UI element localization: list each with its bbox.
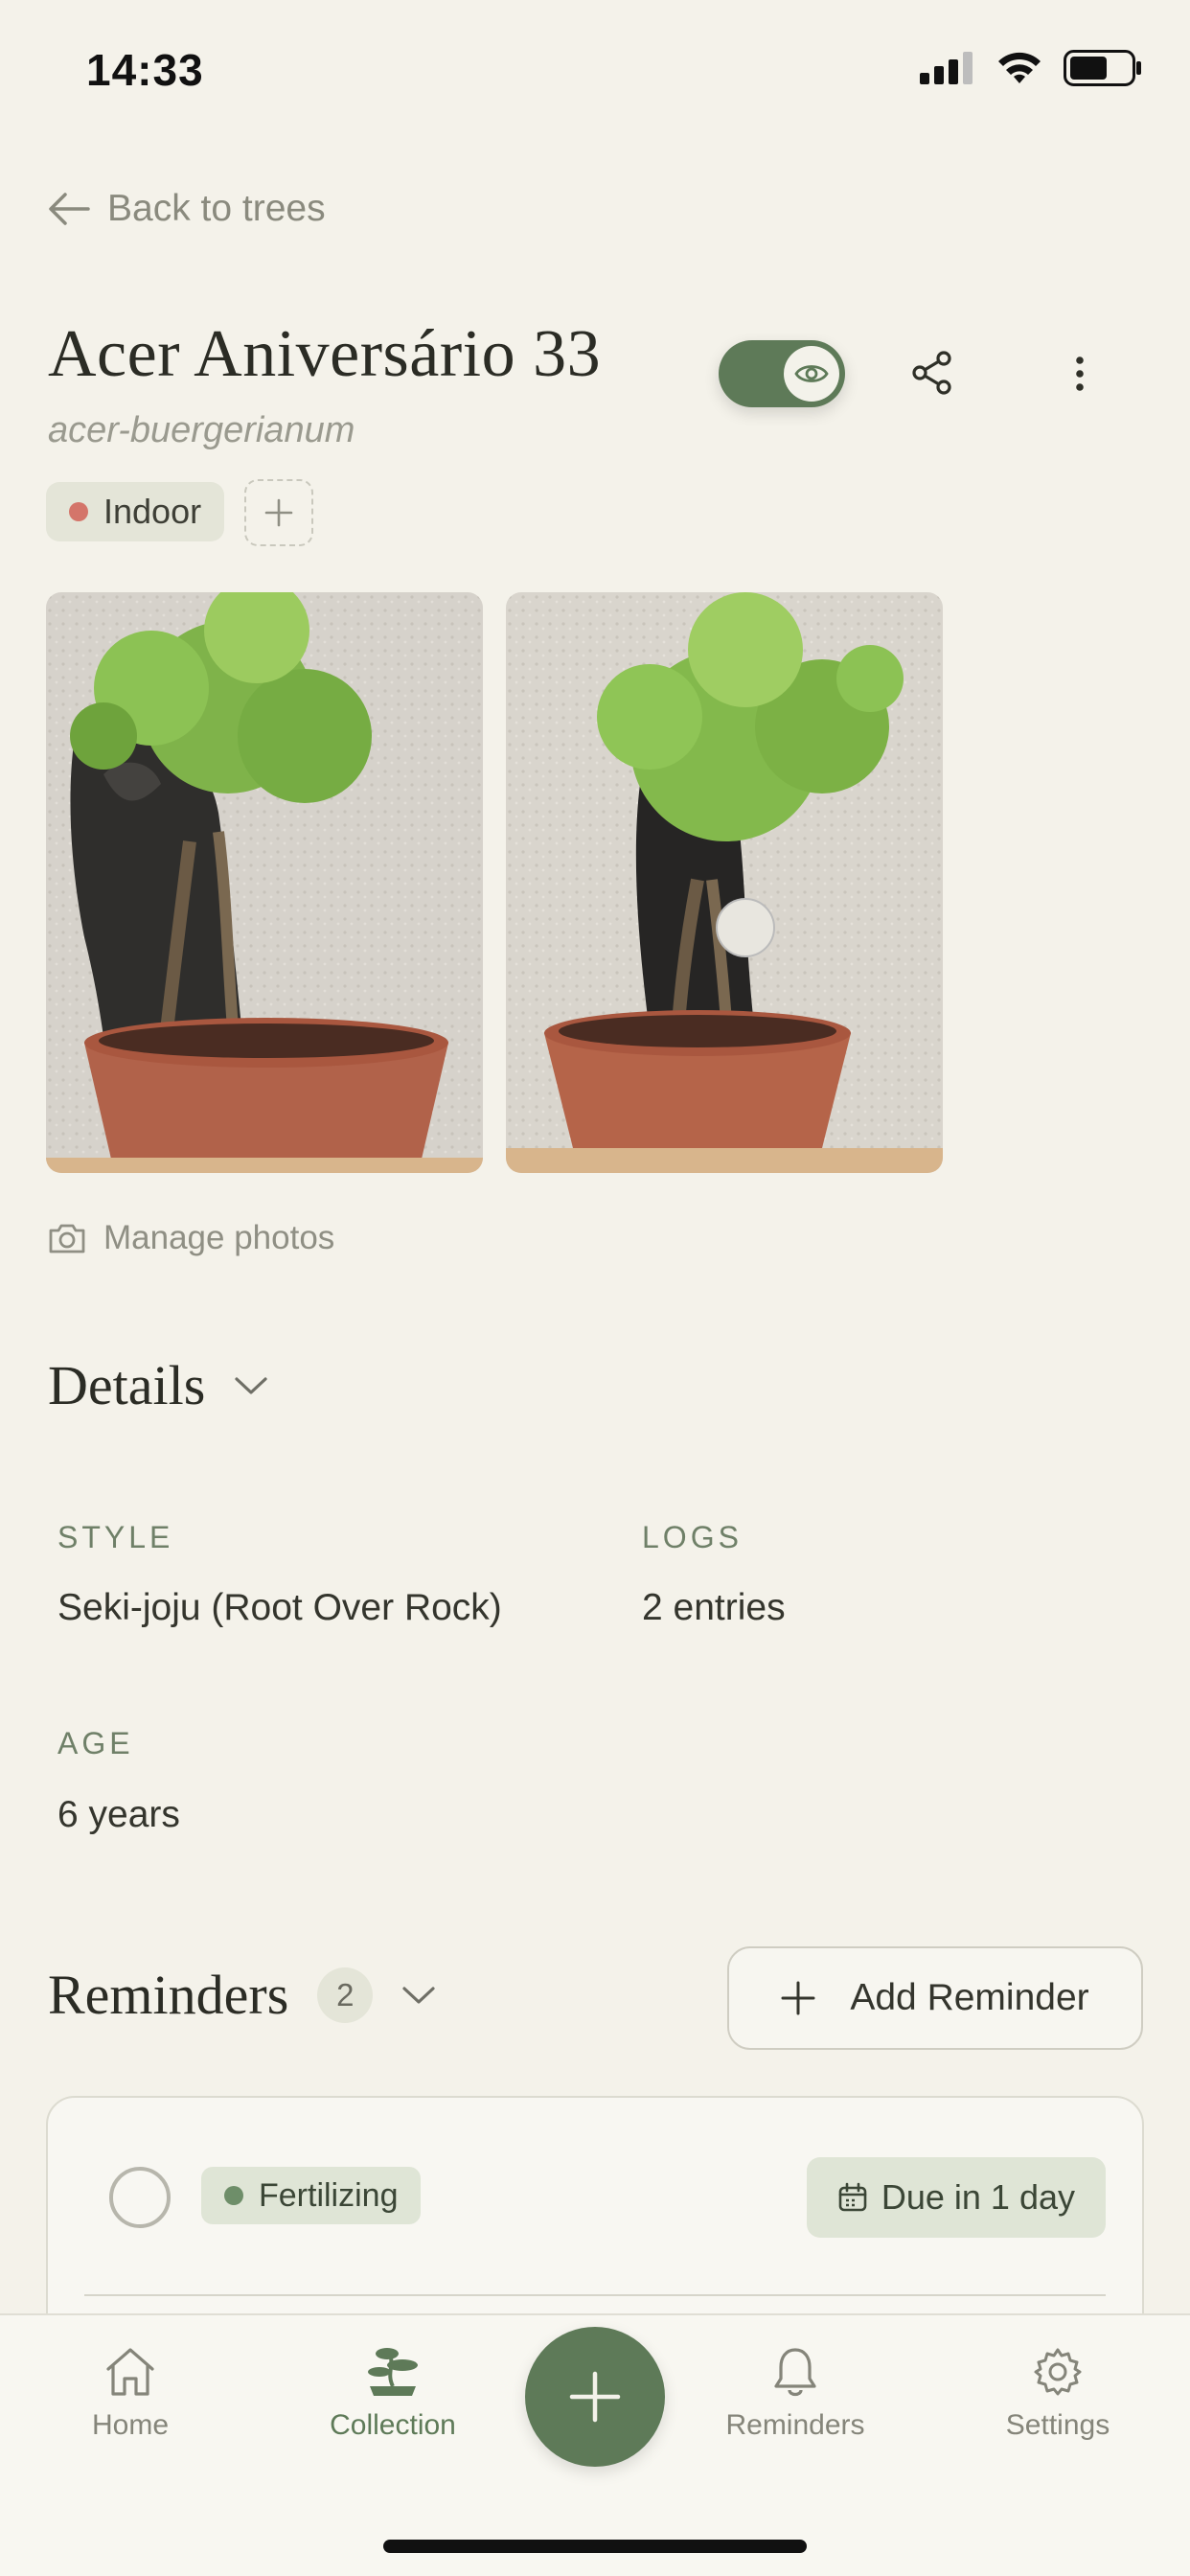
tag-dot (69, 502, 88, 521)
style-value: Seki-joju (Root Over Rock) (57, 1587, 502, 1628)
bell-icon (774, 2348, 816, 2397)
tag-label: Indoor (103, 492, 202, 531)
more-vertical-icon (1076, 356, 1084, 391)
reminder-tag-dot (224, 2186, 243, 2205)
add-reminder-label: Add Reminder (850, 1977, 1089, 2018)
nav-settings-label: Settings (1005, 2409, 1110, 2441)
back-to-trees-link[interactable]: Back to trees (48, 188, 326, 230)
tree-photo-2[interactable] (506, 592, 943, 1173)
manage-photos-label: Manage photos (103, 1219, 335, 1256)
nav-reminders-label: Reminders (725, 2409, 865, 2441)
age-value: 6 years (57, 1794, 180, 1835)
chevron-down-icon (402, 1986, 435, 2004)
cellular-signal-icon (920, 52, 973, 84)
status-bar: 14:33 (0, 0, 1190, 144)
nav-home-label: Home (91, 2409, 170, 2441)
plus-icon (264, 498, 293, 527)
age-label: AGE (57, 1726, 134, 1760)
eye-icon (794, 365, 829, 382)
add-reminder-button[interactable]: Add Reminder (727, 1946, 1143, 2050)
nav-settings[interactable]: Settings (962, 2346, 1154, 2442)
plus-icon (781, 1981, 815, 2015)
nav-collection-label: Collection (330, 2409, 456, 2441)
share-button[interactable] (904, 345, 960, 401)
nav-home[interactable]: Home (34, 2346, 226, 2442)
reminder-type-tag: Fertilizing (201, 2167, 422, 2224)
logs-label: LOGS (642, 1520, 743, 1554)
reminders-count-badge: 2 (317, 1966, 374, 2023)
nav-collection[interactable]: Collection (297, 2346, 489, 2442)
status-icons (920, 50, 1142, 86)
home-indicator (383, 2540, 807, 2553)
toggle-knob (784, 346, 839, 402)
due-label: Due in 1 day (881, 2177, 1075, 2217)
add-tag-button[interactable] (244, 479, 313, 546)
wifi-icon (998, 52, 1041, 83)
back-label: Back to trees (107, 188, 326, 229)
battery-icon (1064, 50, 1141, 86)
gear-icon (1034, 2348, 1082, 2396)
status-time: 14:33 (86, 45, 204, 95)
tree-photo-1[interactable] (46, 592, 483, 1173)
manage-photos-link[interactable]: Manage photos (48, 1219, 334, 1257)
share-icon (912, 351, 951, 395)
more-options-button[interactable] (1051, 345, 1109, 402)
home-icon (106, 2348, 154, 2396)
arrow-left-icon (49, 193, 90, 225)
reminder-complete-checkbox[interactable] (109, 2167, 171, 2228)
style-label: STYLE (57, 1520, 174, 1554)
card-divider (84, 2294, 1106, 2296)
calendar-icon (838, 2182, 867, 2212)
chevron-down-icon (235, 1376, 267, 1394)
add-fab-button[interactable] (525, 2327, 665, 2467)
tree-name: Acer Aniversário 33 (48, 317, 602, 391)
tag-indoor[interactable]: Indoor (46, 482, 225, 541)
details-heading: Details (48, 1354, 206, 1416)
due-badge: Due in 1 day (806, 2157, 1106, 2238)
tree-species: acer-buergerianum (48, 410, 355, 450)
logs-value: 2 entries (642, 1587, 786, 1628)
camera-icon (49, 1224, 85, 1254)
reminders-section-toggle[interactable]: Reminders 2 (48, 1963, 436, 2027)
reminder-type-label: Fertilizing (259, 2176, 399, 2214)
nav-reminders[interactable]: Reminders (699, 2346, 891, 2442)
visibility-toggle[interactable] (719, 340, 845, 407)
plus-icon (569, 2371, 621, 2423)
bonsai-icon (368, 2348, 418, 2396)
reminders-heading: Reminders (48, 1964, 289, 2026)
details-section-toggle[interactable]: Details (48, 1353, 268, 1417)
